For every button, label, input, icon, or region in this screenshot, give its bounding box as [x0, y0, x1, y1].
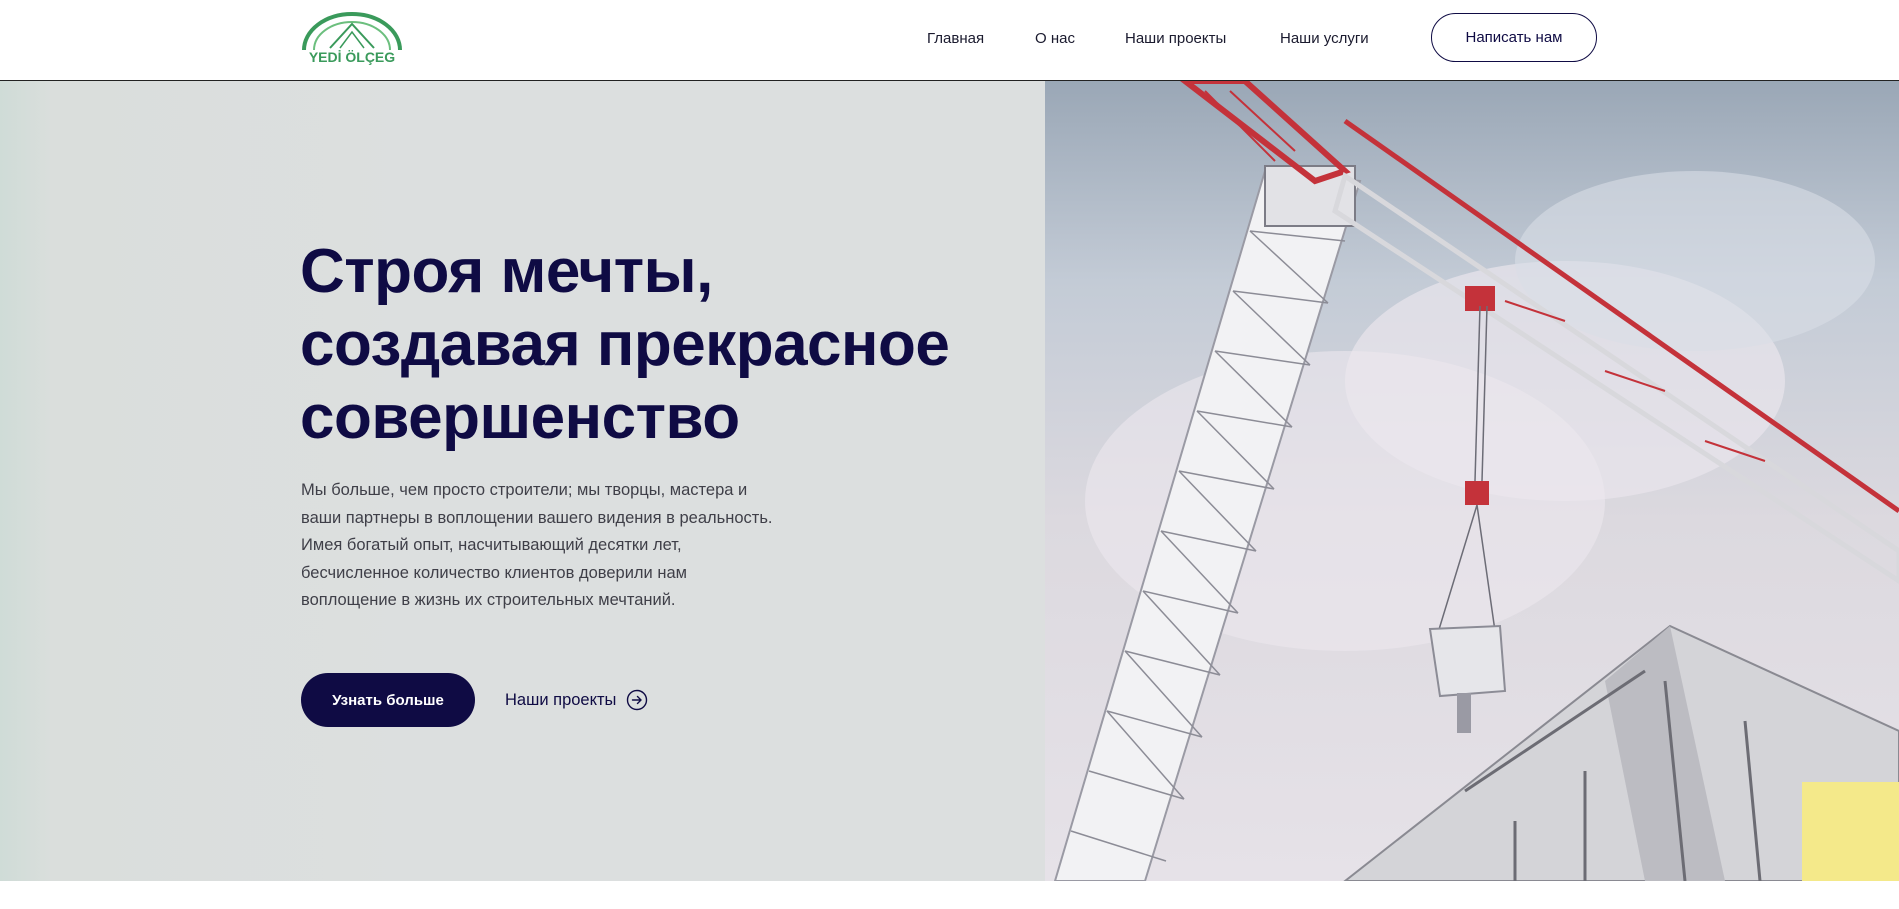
our-projects-link[interactable]: Наши проекты — [505, 687, 648, 713]
nav-item-services[interactable]: Наши услуги — [1280, 0, 1369, 76]
hero-description: Мы больше, чем просто строители; мы твор… — [301, 477, 801, 615]
hero-description-line: бесчисленное количество клиентов доверил… — [301, 563, 687, 582]
svg-text:YEDİ ÖLÇEG: YEDİ ÖLÇEG — [309, 49, 395, 65]
hero-title: Строя мечты, создавая прекрасное соверше… — [300, 235, 1000, 454]
nav-link-projects[interactable]: Наши проекты — [1125, 30, 1226, 47]
accent-block — [1802, 782, 1899, 881]
nav-item-projects[interactable]: Наши проекты — [1125, 0, 1226, 76]
hero-title-line: создавая прекрасное — [300, 310, 950, 379]
construction-crane-illustration — [1053, 81, 1899, 881]
our-projects-link-label: Наши проекты — [505, 690, 617, 709]
hero-description-line: Имея богатый опыт, насчитывающий десятки… — [301, 536, 682, 554]
learn-more-button[interactable]: Узнать больше — [301, 673, 475, 727]
contact-button[interactable]: Написать нам — [1431, 13, 1597, 62]
hero-description-line: воплощение в жизнь их строительных мечта… — [301, 591, 676, 609]
arrow-right-circle-icon — [626, 689, 648, 711]
site-header: YEDİ ÖLÇEG Главная О нас Наши проекты На… — [0, 0, 1899, 81]
hero-description-line: ваши партнеры в воплощении вашего видени… — [301, 508, 773, 527]
hero-image — [1045, 81, 1899, 881]
hero-description-line: Мы больше, чем просто строители; мы твор… — [301, 481, 748, 499]
nav-item-home[interactable]: Главная — [927, 0, 984, 76]
logo-emblem-icon: YEDİ ÖLÇEG — [302, 12, 402, 65]
nav-item-about[interactable]: О нас — [1035, 0, 1075, 76]
nav-link-about[interactable]: О нас — [1035, 30, 1075, 47]
nav-link-home[interactable]: Главная — [927, 30, 984, 47]
section-divider — [0, 881, 1899, 909]
hero-title-line: Строя мечты, — [300, 237, 713, 306]
site-logo[interactable]: YEDİ ÖLÇEG — [300, 10, 404, 66]
hero-title-line: совершенство — [300, 383, 740, 452]
nav-link-services[interactable]: Наши услуги — [1280, 30, 1369, 47]
